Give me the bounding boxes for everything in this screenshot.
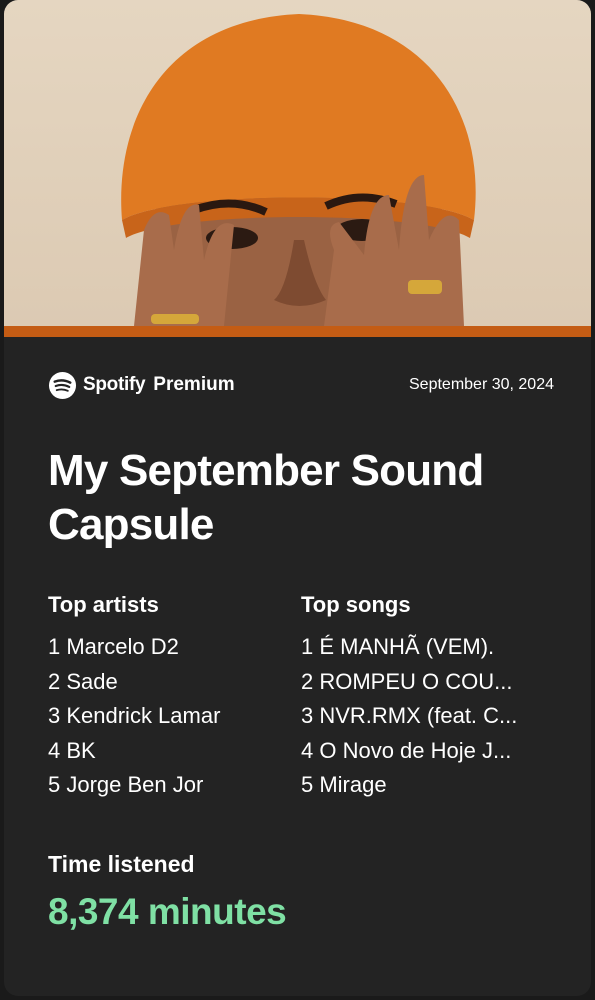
artist-item: 1 Marcelo D2 bbox=[48, 634, 179, 659]
song-item: 3 NVR.RMX (feat. C... bbox=[301, 703, 518, 728]
song-item: 2 ROMPEU O COU... bbox=[301, 668, 513, 694]
spotify-logo-icon bbox=[48, 371, 77, 399]
artist-item: 5 Jorge Ben Jor bbox=[48, 772, 204, 797]
sound-capsule-card: Spotify Premium September 30, 2024 My Se… bbox=[4, 0, 591, 996]
artist-item: 3 Kendrick Lamar bbox=[48, 703, 221, 728]
artist-item: 2 Sade bbox=[48, 668, 118, 694]
top-artists-heading: Top artists bbox=[48, 592, 159, 617]
spotify-brand: Spotify Premium bbox=[48, 371, 235, 400]
top-artists-list: 1 Marcelo D2 2 Sade 3 Kendrick Lamar 4 B… bbox=[48, 630, 293, 803]
song-item: 1 É MANHÃ (VEM). bbox=[301, 634, 495, 659]
song-item: 4 O Novo de Hoje J... bbox=[301, 737, 512, 763]
time-listened-label: Time listened bbox=[48, 851, 195, 877]
brand-tier: Premium bbox=[153, 374, 235, 395]
time-listened-value: 8,374 minutes bbox=[48, 891, 287, 932]
brand-name: Spotify bbox=[83, 374, 146, 395]
artist-item: 4 BK bbox=[48, 737, 96, 763]
top-artists-section: Top artists 1 Marcelo D2 2 Sade 3 Kendri… bbox=[48, 591, 293, 803]
top-songs-heading: Top songs bbox=[301, 592, 411, 617]
capsule-date: September 30, 2024 bbox=[409, 376, 554, 393]
artist-photo bbox=[4, 0, 591, 326]
capsule-title: My September Sound Capsule bbox=[48, 446, 484, 549]
artist-photo-illustration bbox=[121, 14, 476, 326]
accent-bar bbox=[4, 326, 591, 337]
top-songs-section: Top songs 1 É MANHÃ (VEM). 2 ROMPEU O CO… bbox=[301, 591, 546, 803]
top-songs-list: 1 É MANHÃ (VEM). 2 ROMPEU O COU... 3 NVR… bbox=[301, 630, 546, 803]
song-item: 5 Mirage bbox=[301, 772, 387, 797]
card-header: Spotify Premium September 30, 2024 bbox=[48, 369, 554, 401]
